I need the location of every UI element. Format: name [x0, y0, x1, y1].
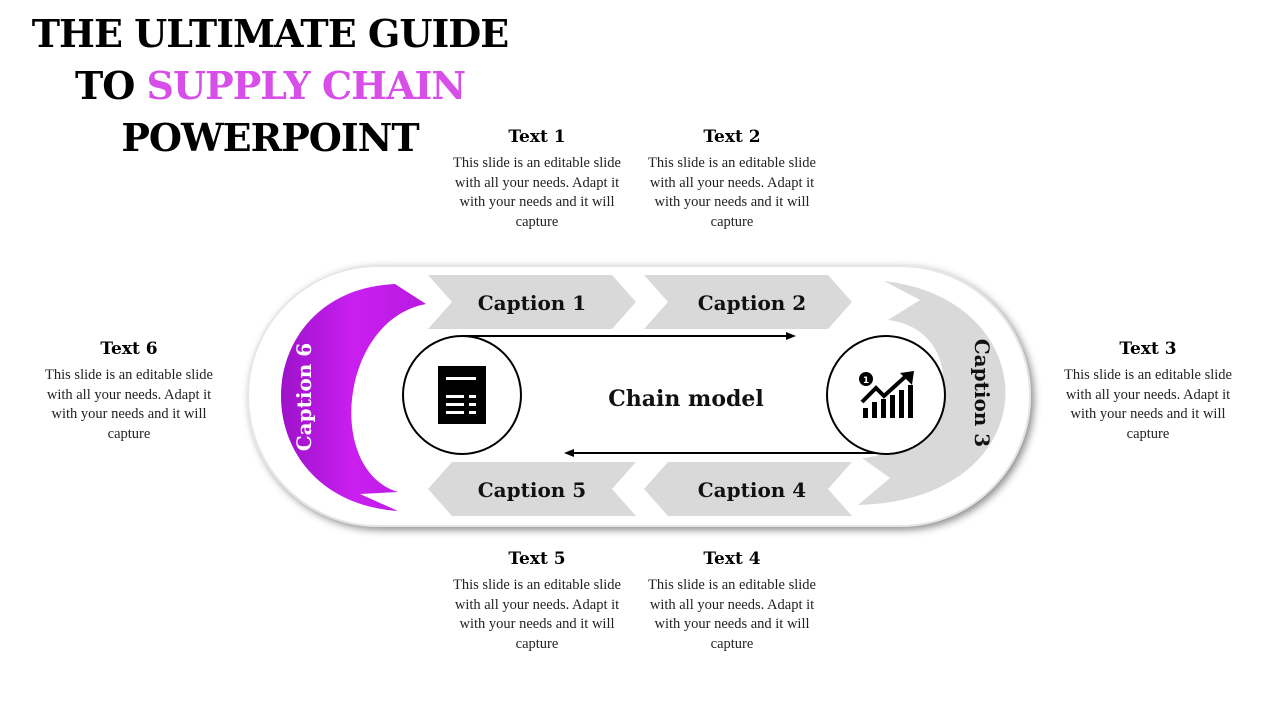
caption-1-label: Caption 1 — [478, 291, 586, 315]
text-block-1: Text 1 This slide is an editable slide w… — [447, 126, 627, 232]
text-block-3: Text 3 This slide is an editable slide w… — [1058, 338, 1238, 444]
text-block-title: Text 4 — [703, 549, 761, 569]
text-block-2: Text 2 This slide is an editable slide w… — [642, 126, 822, 232]
text-block-body: This slide is an editable slide with all… — [453, 155, 621, 230]
text-block-title: Text 2 — [703, 127, 761, 147]
text-block-body: This slide is an editable slide with all… — [1064, 367, 1232, 442]
center-label: Chain model — [608, 386, 763, 412]
text-block-title: Text 6 — [100, 339, 158, 359]
caption-2-label: Caption 2 — [698, 291, 806, 315]
text-block-body: This slide is an editable slide with all… — [648, 577, 816, 652]
text-block-title: Text 1 — [508, 127, 566, 147]
caption-5-label: Caption 5 — [478, 478, 586, 502]
text-block-title: Text 5 — [508, 549, 566, 569]
text-block-body: This slide is an editable slide with all… — [648, 155, 816, 230]
text-block-5: Text 5 This slide is an editable slide w… — [447, 548, 627, 654]
text-block-6: Text 6 This slide is an editable slide w… — [39, 338, 219, 444]
caption-3-label: Caption 3 — [970, 339, 994, 447]
text-block-body: This slide is an editable slide with all… — [45, 367, 213, 442]
svg-text:1: 1 — [863, 376, 869, 386]
text-block-4: Text 4 This slide is an editable slide w… — [642, 548, 822, 654]
caption-6-label: Caption 6 — [292, 343, 316, 451]
text-block-body: This slide is an editable slide with all… — [453, 577, 621, 652]
text-block-title: Text 3 — [1119, 339, 1177, 359]
caption-4-label: Caption 4 — [698, 478, 807, 502]
document-icon — [438, 366, 486, 424]
